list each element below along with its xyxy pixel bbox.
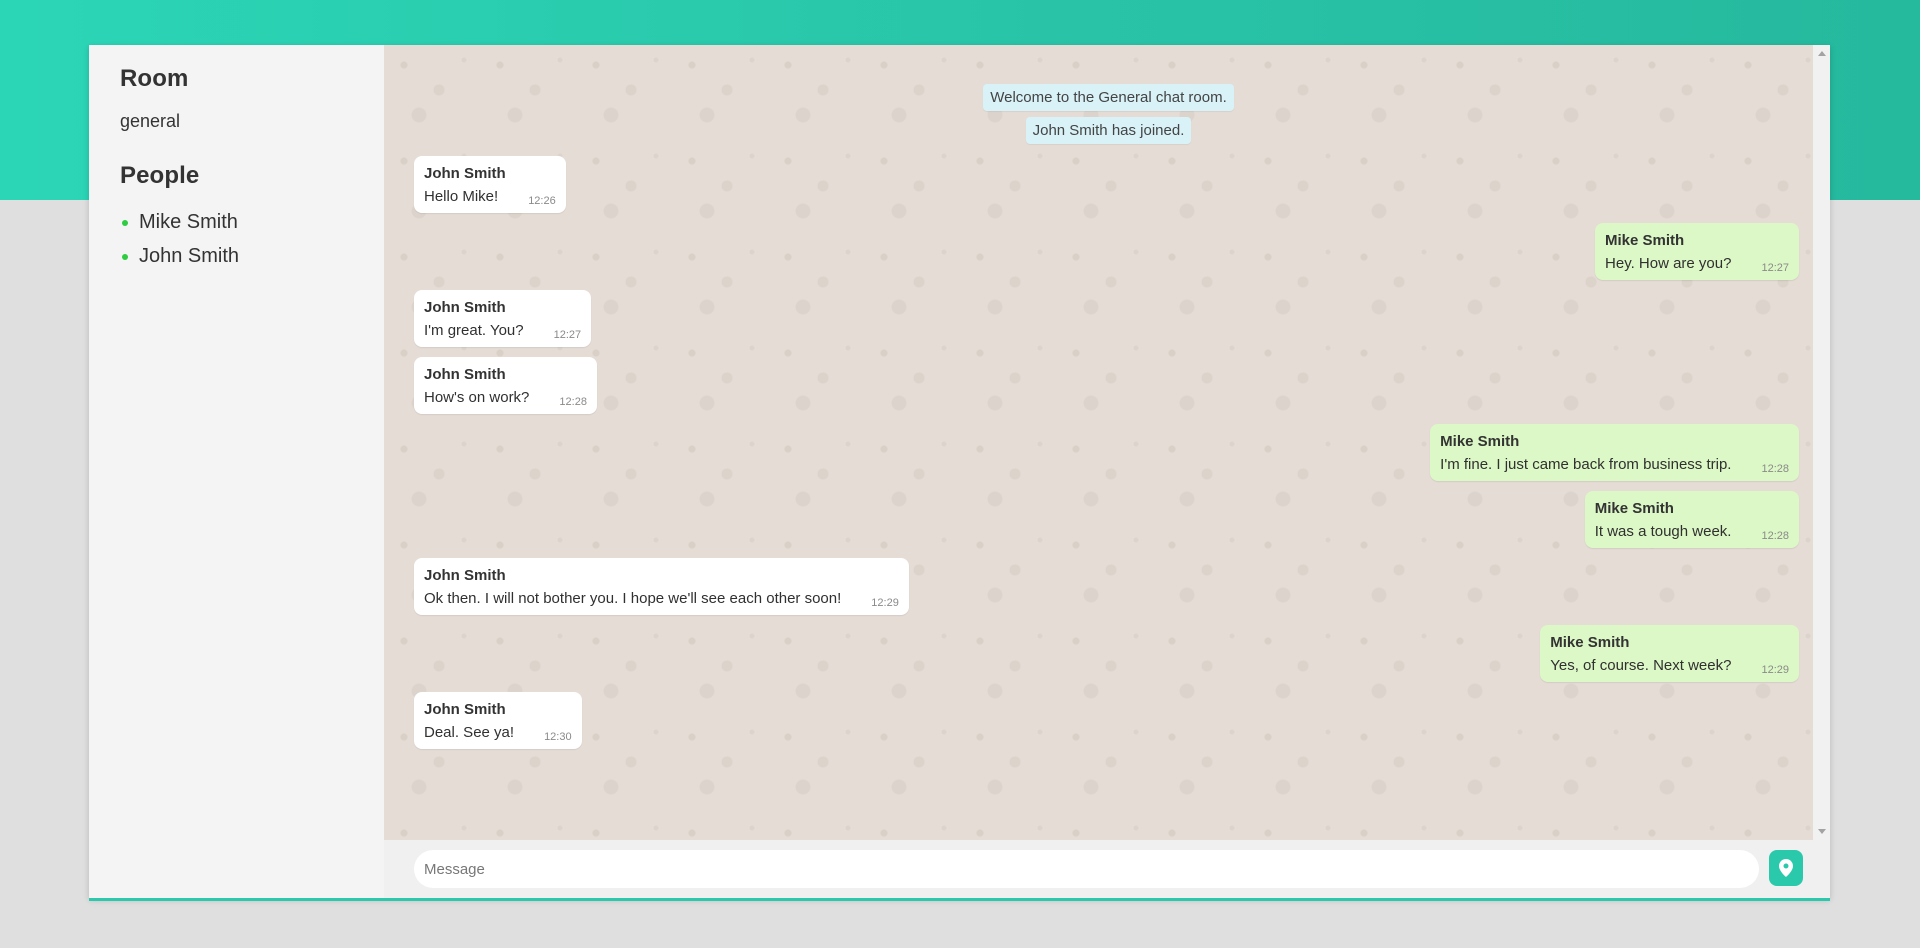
message-list[interactable]: Welcome to the General chat room. John S… (384, 45, 1830, 840)
person-name: Mike Smith (139, 211, 238, 233)
message-time: 12:28 (559, 396, 587, 408)
message-text: How's on work? (424, 389, 530, 406)
message-list-scrollbar[interactable] (1813, 45, 1830, 840)
message-sender: Mike Smith (1550, 634, 1630, 651)
message-text: Yes, of course. Next week? (1550, 657, 1732, 674)
message-bubble-incoming: John Smith Ok then. I will not bother yo… (414, 558, 909, 615)
message-text: It was a tough week. (1594, 523, 1732, 540)
message-time: 12:26 (528, 195, 556, 207)
message-sender: John Smith (424, 567, 506, 584)
online-status-icon (122, 254, 128, 260)
system-message-text: John Smith has joined. (1025, 117, 1192, 144)
chat-app-window: Room general People Mike Smith John Smit… (89, 45, 1830, 898)
system-message: Welcome to the General chat room. (384, 84, 1830, 111)
message-sender: John Smith (424, 165, 506, 182)
message-bubble-outgoing: Mike Smith I'm fine. I just came back fr… (1430, 424, 1799, 481)
message-time: 12:27 (1761, 262, 1789, 274)
message-text: Hey. How are you? (1605, 255, 1732, 272)
message-time: 12:27 (553, 329, 582, 341)
online-status-icon (122, 220, 128, 226)
person-name: John Smith (139, 245, 240, 267)
message-bubble-outgoing: Mike Smith Yes, of course. Next week? 12… (1540, 625, 1799, 682)
system-message-text: Welcome to the General chat room. (983, 84, 1234, 111)
send-location-button[interactable] (1769, 850, 1803, 886)
message-bubble-incoming: John Smith How's on work? 12:28 (414, 357, 597, 414)
message-bubble-outgoing: Mike Smith It was a tough week. 12:28 (1584, 491, 1799, 548)
chat-main: Welcome to the General chat room. John S… (384, 45, 1830, 898)
person-item: John Smith (120, 239, 384, 273)
scroll-down-arrow-icon[interactable] (1818, 829, 1826, 834)
message-sender: Mike Smith (1440, 433, 1520, 450)
message-time: 12:30 (544, 731, 572, 743)
message-time: 12:29 (1761, 664, 1789, 676)
message-time: 12:28 (1761, 530, 1789, 542)
message-input[interactable] (414, 850, 1759, 888)
message-bubble-incoming: John Smith Deal. See ya! 12:30 (414, 692, 582, 749)
system-message: John Smith has joined. (384, 117, 1830, 144)
message-bubble-outgoing: Mike Smith Hey. How are you? 12:27 (1595, 223, 1799, 280)
sidebar: Room general People Mike Smith John Smit… (89, 45, 384, 898)
map-pin-icon (1779, 859, 1793, 877)
message-sender: Mike Smith (1605, 232, 1685, 249)
message-bubble-incoming: John Smith Hello Mike! 12:26 (414, 156, 566, 213)
people-heading: People (120, 162, 200, 189)
message-sender: John Smith (424, 366, 506, 383)
message-composer (384, 840, 1830, 898)
room-heading: Room (120, 65, 189, 92)
message-time: 12:29 (871, 597, 899, 609)
message-sender: John Smith (424, 701, 506, 718)
message-sender: Mike Smith (1594, 500, 1674, 517)
message-text: I'm fine. I just came back from business… (1440, 456, 1732, 473)
message-bubble-incoming: John Smith I'm great. You? 12:27 (414, 290, 592, 347)
message-sender: John Smith (424, 299, 506, 316)
person-item: Mike Smith (120, 205, 384, 239)
message-text: Deal. See ya! (424, 724, 515, 741)
message-text: Ok then. I will not bother you. I hope w… (424, 590, 842, 607)
room-name: general (120, 111, 181, 131)
message-text: I'm great. You? (424, 322, 524, 339)
scroll-up-arrow-icon[interactable] (1818, 51, 1826, 56)
people-list: Mike Smith John Smith (120, 205, 384, 273)
message-time: 12:28 (1761, 463, 1789, 475)
message-text: Hello Mike! (424, 188, 499, 205)
